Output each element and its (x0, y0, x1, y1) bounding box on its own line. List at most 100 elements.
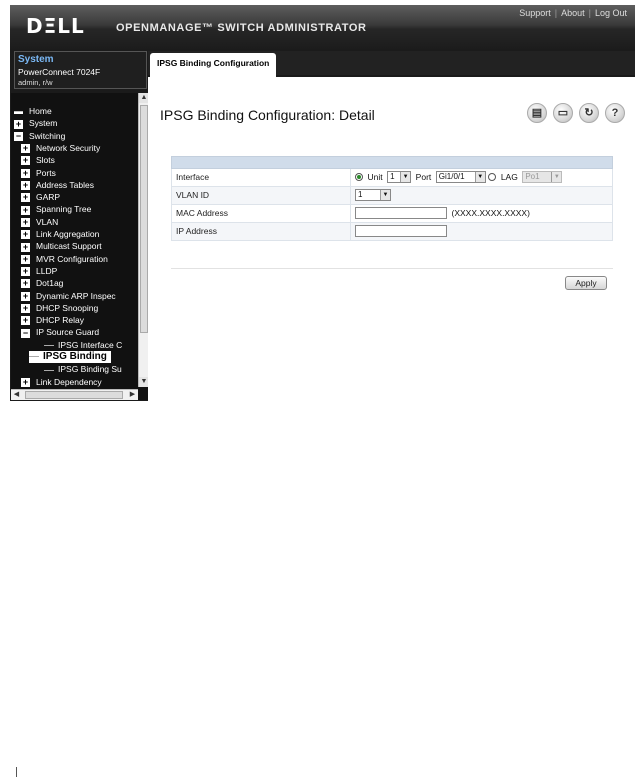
expand-icon[interactable]: + (21, 168, 30, 178)
nav-item-label: Switching (29, 130, 66, 141)
nav-item-ipsg-interface-c[interactable]: IPSG Interface C (44, 339, 122, 351)
tree-horizontal-scrollbar[interactable]: ◀ ▶ (11, 389, 138, 400)
expand-icon[interactable]: + (21, 242, 30, 252)
expand-icon[interactable]: + (21, 217, 30, 227)
expand-icon[interactable]: + (21, 205, 30, 215)
vlan-select[interactable]: 1 ▼ (355, 189, 391, 201)
expand-icon[interactable]: + (21, 316, 30, 326)
nav-item-ports[interactable]: + Ports (21, 167, 56, 179)
tree-vertical-scrollbar[interactable]: ▲ ▼ (138, 93, 149, 387)
mac-format-hint: (XXXX.XXXX.XXXX) (451, 208, 530, 218)
nav-item-dhcp-snooping[interactable]: + DHCP Snooping (21, 302, 98, 314)
nav-item-address-tables[interactable]: + Address Tables (21, 179, 94, 191)
scroll-right-icon[interactable]: ▶ (127, 390, 138, 400)
nav-item-label: Home (29, 106, 52, 116)
save-icon[interactable]: ▤ (527, 103, 547, 123)
header-bar: DΞLL OPENMANAGE™ SWITCH ADMINISTRATOR Su… (10, 5, 635, 49)
about-link[interactable]: About (561, 8, 585, 18)
port-label: Port (415, 172, 432, 182)
expand-icon[interactable]: + (21, 156, 30, 166)
expand-icon[interactable]: + (14, 119, 23, 129)
interface-controls: Unit 1 ▼ Port Gi1/0/1 ▼ LAG Po1 ▼ (350, 169, 563, 186)
collapse-icon[interactable]: − (21, 328, 30, 338)
nav-item-label: Ports (36, 167, 56, 178)
nav-item-ipsg-binding-su[interactable]: IPSG Binding Su (44, 363, 122, 375)
mac-row: MAC Address (XXXX.XXXX.XXXX) (171, 205, 613, 223)
nav-item-vlan[interactable]: + VLAN (21, 216, 58, 228)
mac-address-input[interactable] (355, 207, 447, 219)
nav-item-label: DHCP Snooping (36, 302, 99, 313)
nav-item-label: IP Source Guard (36, 327, 100, 338)
expand-icon[interactable]: + (21, 267, 30, 277)
system-model: PowerConnect 7024F (18, 67, 101, 77)
system-title: System (18, 54, 54, 65)
expand-icon[interactable]: + (21, 254, 30, 264)
scrollbar-thumb[interactable] (140, 105, 148, 333)
scroll-left-icon[interactable]: ◀ (11, 390, 22, 400)
vlan-value: 1 (358, 190, 363, 199)
nav-item-label: Spanning Tree (36, 204, 92, 215)
lag-radio[interactable] (488, 173, 497, 181)
divider (171, 268, 613, 269)
nav-item-label: Link Dependency (36, 376, 102, 387)
form-header (171, 156, 613, 169)
nav-item-garp[interactable]: + GARP (21, 191, 60, 203)
scrollbar-thumb[interactable] (25, 391, 123, 399)
tab-bar: IPSG Binding Configuration (148, 51, 635, 77)
nav-item-lldp[interactable]: + LLDP (21, 265, 57, 277)
port-value: Gi1/0/1 (438, 172, 465, 181)
unit-select[interactable]: 1 ▼ (387, 171, 412, 183)
nav-item-mvr-configuration[interactable]: + MVR Configuration (21, 253, 108, 265)
expand-icon[interactable]: + (21, 193, 30, 203)
expand-icon[interactable]: + (21, 291, 30, 301)
nav-item-multicast-support[interactable]: + Multicast Support (21, 240, 102, 252)
vlan-controls: 1 ▼ (350, 187, 391, 204)
lag-label: LAG (500, 172, 518, 182)
port-select[interactable]: Gi1/0/1 ▼ (435, 171, 486, 183)
nav-item-system[interactable]: + System (14, 117, 57, 129)
nav-item-label: IPSG Binding (43, 351, 107, 362)
ip-row: IP Address (171, 223, 613, 241)
collapse-icon[interactable]: − (14, 131, 23, 141)
refresh-icon[interactable]: ↻ (579, 103, 599, 123)
nav-item-ipsg-binding[interactable]: IPSG Binding (29, 351, 111, 363)
logout-link[interactable]: Log Out (595, 8, 627, 18)
nav-item-link-aggregation[interactable]: + Link Aggregation (21, 228, 99, 240)
dell-logo: DΞLL (26, 14, 85, 38)
mac-controls: (XXXX.XXXX.XXXX) (350, 205, 532, 222)
content-panel: IPSG Binding Configuration IPSG Binding … (148, 51, 635, 401)
system-user: admin, r/w (18, 78, 53, 87)
unit-label: Unit (367, 172, 383, 182)
expand-icon[interactable]: + (21, 304, 30, 314)
chevron-down-icon: ▼ (551, 172, 562, 182)
expand-icon[interactable]: + (21, 144, 30, 154)
nav-item-slots[interactable]: + Slots (21, 154, 55, 166)
expand-icon[interactable]: + (21, 181, 30, 191)
expand-icon[interactable]: + (21, 377, 30, 387)
support-link[interactable]: Support (519, 8, 551, 18)
nav-item-dynamic-arp-inspec[interactable]: + Dynamic ARP Inspec (21, 290, 116, 302)
apply-button[interactable]: Apply (565, 276, 607, 290)
lag-select[interactable]: Po1 ▼ (522, 171, 563, 183)
nav-item-ip-source-guard[interactable]: − IP Source Guard (21, 326, 99, 338)
nav-item-label: LLDP (36, 265, 58, 276)
home-icon: ▬ (14, 106, 23, 117)
nav-item-dot1ag[interactable]: + Dot1ag (21, 277, 63, 289)
nav-item-spanning-tree[interactable]: + Spanning Tree (21, 203, 91, 215)
chevron-down-icon: ▼ (474, 172, 485, 182)
ip-address-input[interactable] (355, 225, 447, 237)
nav-item-label: IPSG Interface C (58, 339, 123, 350)
nav-item-switching[interactable]: − Switching (14, 130, 65, 142)
nav-item-link-dependency[interactable]: + Link Dependency (21, 376, 102, 387)
print-icon[interactable]: ▭ (553, 103, 573, 123)
nav-item-dhcp-relay[interactable]: + DHCP Relay (21, 314, 84, 326)
expand-icon[interactable]: + (21, 230, 30, 240)
unit-radio[interactable] (355, 173, 363, 181)
tab-ipsg-binding-configuration[interactable]: IPSG Binding Configuration (150, 53, 277, 77)
nav-item-label: System (29, 118, 58, 129)
nav-item-home[interactable]: ▬ Home (14, 105, 52, 117)
expand-icon[interactable]: + (21, 279, 30, 289)
ip-controls (350, 223, 447, 240)
help-icon[interactable]: ? (605, 103, 625, 123)
nav-item-network-security[interactable]: + Network Security (21, 142, 100, 154)
